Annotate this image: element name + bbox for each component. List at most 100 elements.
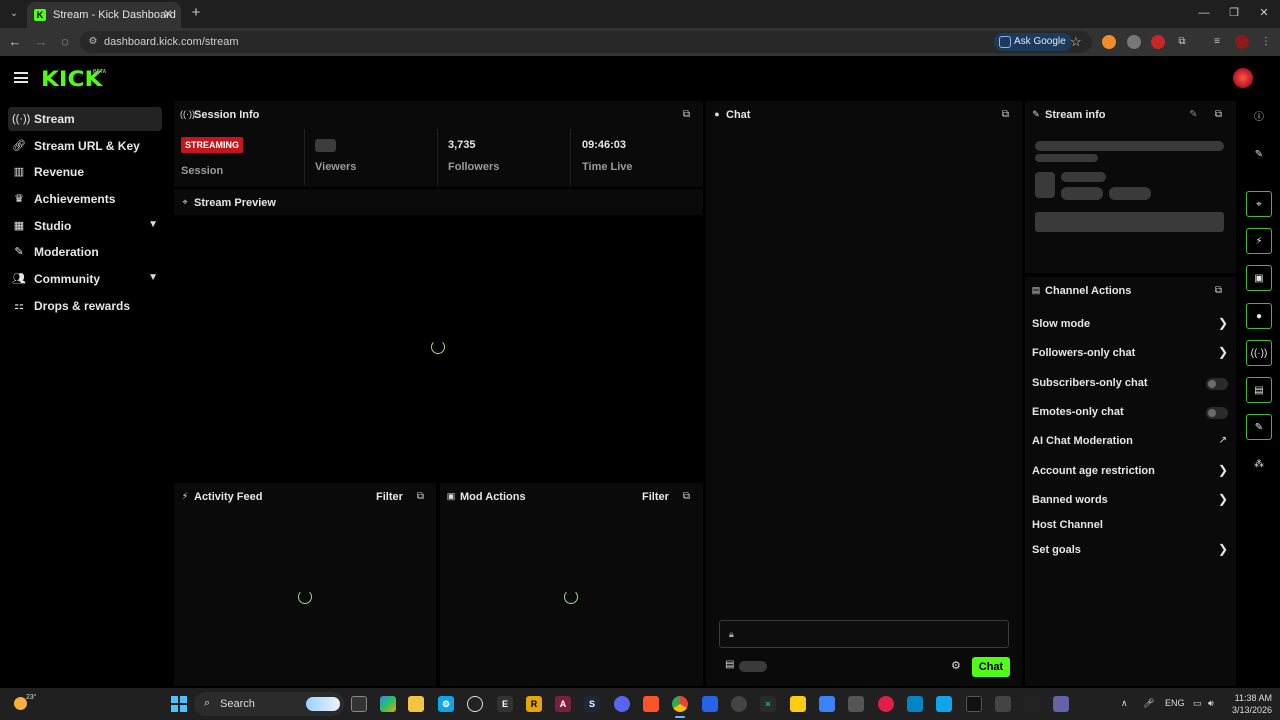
taskbar-search[interactable]: ⌕ Search bbox=[194, 692, 344, 716]
info-icon[interactable]: ⓘ bbox=[1246, 105, 1272, 131]
sidebar-item-drops-rewards[interactable]: ⚏ Drops & rewards bbox=[8, 294, 162, 318]
app-icon[interactable] bbox=[790, 696, 806, 712]
app-icon[interactable] bbox=[819, 696, 835, 712]
restore-icon[interactable]: ❐ bbox=[1226, 5, 1242, 21]
settings-icon[interactable]: ⚙ bbox=[438, 696, 454, 712]
teams-icon[interactable] bbox=[1053, 696, 1069, 712]
file-explorer-icon[interactable] bbox=[408, 696, 424, 712]
sidebar-item-studio[interactable]: ▦ Studio ▼ bbox=[8, 214, 162, 238]
chrome-icon[interactable] bbox=[672, 696, 688, 712]
subscribers-only-toggle[interactable] bbox=[1206, 378, 1228, 390]
app-icon[interactable] bbox=[702, 696, 718, 712]
bookmark-star-icon[interactable]: ☆ bbox=[1070, 34, 1082, 50]
forward-icon[interactable]: → bbox=[33, 34, 49, 50]
app-icon[interactable] bbox=[467, 696, 483, 712]
user-avatar[interactable] bbox=[1233, 68, 1253, 88]
close-tab-icon[interactable]: ✕ bbox=[161, 7, 175, 21]
system-clock[interactable]: 11:38 AM 3/13/2026 bbox=[1224, 692, 1272, 716]
extension-icon[interactable] bbox=[1102, 35, 1116, 49]
app-icon[interactable] bbox=[878, 696, 894, 712]
loading-stop-icon[interactable]: ◌ bbox=[57, 34, 73, 50]
store-icon[interactable] bbox=[848, 696, 864, 712]
popout-icon[interactable]: ⧉ bbox=[415, 491, 426, 502]
minimize-icon[interactable]: — bbox=[1196, 5, 1212, 21]
mod-actions-toggle-icon[interactable]: ▣ bbox=[1246, 265, 1272, 291]
edit-icon[interactable]: ✎ bbox=[1188, 109, 1199, 120]
app-icon[interactable] bbox=[1024, 696, 1040, 712]
app-icon[interactable] bbox=[907, 696, 923, 712]
reading-list-icon[interactable]: ≡ bbox=[1210, 35, 1224, 49]
popout-icon[interactable]: ⧉ bbox=[681, 109, 692, 120]
popout-icon[interactable]: ⧉ bbox=[681, 491, 692, 502]
back-icon[interactable]: ← bbox=[7, 34, 23, 50]
volume-icon[interactable]: 🔊︎ bbox=[1208, 698, 1214, 709]
sidebar-item-stream[interactable]: ((·)) Stream bbox=[8, 107, 162, 131]
store-icon[interactable]: ▤ bbox=[725, 659, 734, 670]
stat-followers: 3,735 Followers bbox=[448, 127, 568, 185]
shield-extension-icon[interactable] bbox=[1127, 35, 1141, 49]
action-host-channel[interactable]: Host Channel bbox=[1032, 516, 1228, 536]
action-set-goals[interactable]: Set goals ❯ bbox=[1032, 541, 1228, 561]
filter-button[interactable]: Filter bbox=[376, 491, 403, 503]
sidebar-item-revenue[interactable]: ▥ Revenue bbox=[8, 160, 162, 184]
action-ai-moderation[interactable]: AI Chat Moderation ↗ bbox=[1032, 432, 1228, 452]
channel-actions-toggle-icon[interactable]: ▤ bbox=[1246, 377, 1272, 403]
menu-icon[interactable] bbox=[14, 72, 28, 83]
address-bar[interactable]: ⚙ dashboard.kick.com/stream Ask Google ☆ bbox=[80, 31, 1092, 53]
chat-send-button[interactable]: Chat bbox=[972, 657, 1010, 677]
close-window-icon[interactable]: ✕ bbox=[1256, 5, 1272, 21]
app-icon[interactable] bbox=[731, 696, 747, 712]
browser-tab[interactable]: K Stream - Kick Dashboard ✕ bbox=[27, 2, 181, 28]
rockstar-icon[interactable]: R bbox=[526, 696, 542, 712]
emotes-only-toggle[interactable] bbox=[1206, 407, 1228, 419]
chat-toggle-icon[interactable]: ● bbox=[1246, 303, 1272, 329]
windows-start-icon[interactable] bbox=[171, 696, 187, 712]
activity-feed-toggle-icon[interactable]: ⚡︎ bbox=[1246, 228, 1272, 254]
chat-input[interactable]: 🔒︎ bbox=[719, 620, 1009, 648]
copilot-icon[interactable] bbox=[380, 696, 396, 712]
sidebar-item-achievements[interactable]: ♛ Achievements bbox=[8, 187, 162, 211]
action-slow-mode[interactable]: Slow mode ❯ bbox=[1032, 315, 1228, 335]
filter-button[interactable]: Filter bbox=[642, 491, 669, 503]
sidebar-item-moderation[interactable]: ✎ Moderation bbox=[8, 240, 162, 264]
ask-google-button[interactable]: Ask Google bbox=[994, 33, 1072, 51]
profile-avatar[interactable] bbox=[1235, 35, 1249, 49]
notepad-icon[interactable] bbox=[936, 696, 952, 712]
action-followers-only[interactable]: Followers-only chat ❯ bbox=[1032, 344, 1228, 364]
edit-layout-icon[interactable]: ✎ bbox=[1246, 142, 1272, 168]
extensions-puzzle-icon[interactable]: ⧉ bbox=[1175, 35, 1189, 49]
sidebar-item-community[interactable]: 👥︎ Community ▼ bbox=[8, 267, 162, 291]
steam-icon[interactable]: S bbox=[584, 696, 600, 712]
network-icon[interactable]: ▭ bbox=[1193, 698, 1202, 709]
tray-overflow-icon[interactable]: ∧ bbox=[1121, 698, 1128, 709]
microphone-icon[interactable]: 🎤︎ bbox=[1143, 698, 1154, 709]
popout-icon[interactable]: ⧉ bbox=[1000, 109, 1011, 120]
action-account-age[interactable]: Account age restriction ❯ bbox=[1032, 462, 1228, 482]
site-info-icon[interactable]: ⚙ bbox=[86, 35, 100, 49]
add-widget-icon[interactable]: ⁂ bbox=[1246, 452, 1272, 478]
popout-icon[interactable]: ⧉ bbox=[1213, 285, 1224, 296]
sidebar-item-label: Achievements bbox=[34, 192, 116, 206]
stream-preview-toggle-icon[interactable]: ⌖ bbox=[1246, 191, 1272, 217]
discord-icon[interactable] bbox=[614, 696, 630, 712]
epic-games-icon[interactable]: E bbox=[497, 696, 513, 712]
terminal-icon[interactable]: × bbox=[760, 696, 776, 712]
tab-search-icon[interactable]: ⌄ bbox=[6, 6, 22, 22]
task-view-icon[interactable] bbox=[351, 696, 367, 712]
menu-kebab-icon[interactable]: ⋮ bbox=[1259, 35, 1273, 49]
session-info-toggle-icon[interactable]: ((·)) bbox=[1246, 340, 1272, 366]
stream-info-toggle-icon[interactable]: ✎ bbox=[1246, 414, 1272, 440]
popout-icon[interactable]: ⧉ bbox=[1213, 109, 1224, 120]
extension-icon[interactable] bbox=[1151, 35, 1165, 49]
trophy-icon: ♛ bbox=[14, 193, 24, 205]
action-banned-words[interactable]: Banned words ❯ bbox=[1032, 491, 1228, 511]
app-icon[interactable] bbox=[995, 696, 1011, 712]
language-indicator[interactable]: ENG bbox=[1165, 698, 1185, 708]
new-tab-button[interactable]: + bbox=[188, 5, 204, 21]
chat-settings-gear-icon[interactable]: ⚙ bbox=[951, 659, 961, 672]
app-icon[interactable] bbox=[966, 696, 982, 712]
app-icon[interactable]: A bbox=[555, 696, 571, 712]
brave-icon[interactable] bbox=[643, 696, 659, 712]
sidebar-item-stream-url-key[interactable]: 🔗︎ Stream URL & Key bbox=[8, 134, 162, 158]
weather-widget[interactable]: 23° bbox=[12, 694, 37, 714]
